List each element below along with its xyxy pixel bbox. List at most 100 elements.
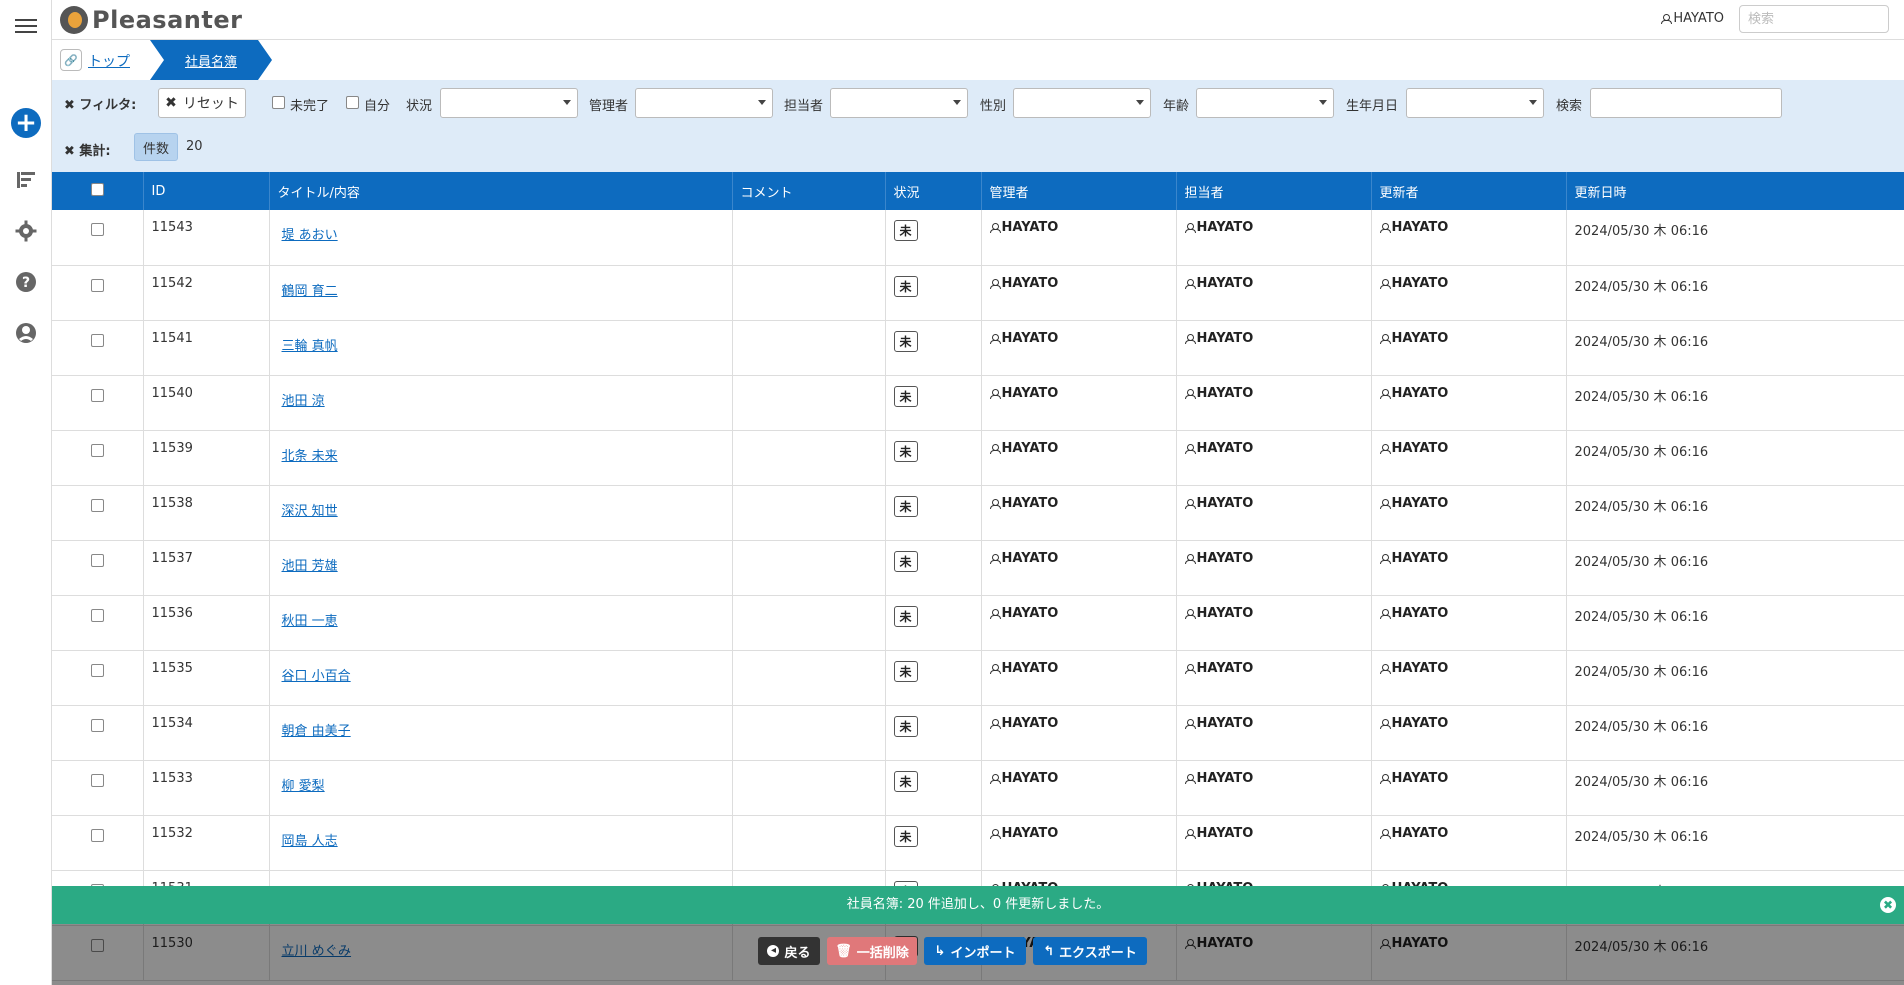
gender-filter-label: 性別 [980,99,1007,114]
row-checkbox[interactable] [91,388,104,402]
row-comment [732,650,886,706]
count-badge[interactable]: 件数 [134,133,178,161]
row-title-link[interactable]: 深沢 知世 [282,500,338,519]
row-checkbox[interactable] [91,333,104,347]
chevron-down-icon [1136,100,1144,105]
aggregate-title[interactable]: ✖ 集計: [64,140,111,159]
row-title-link[interactable]: 三輪 真帆 [282,335,338,354]
row-status-cell: 未 [885,760,982,816]
select-all-checkbox[interactable] [91,182,104,196]
row-checkbox[interactable] [91,828,104,842]
table-row[interactable]: 11539 北条 未来未 HAYATO HAYATO HAYATO 2024/05/30 … [52,430,1904,486]
row-checkbox[interactable] [91,498,104,512]
breadcrumb-top-link[interactable]: トップ [88,51,130,71]
row-select-cell [52,540,144,596]
current-user[interactable]: HAYATO [1661,11,1724,26]
trash-icon: 🗑 [835,943,852,959]
add-new-icon[interactable]: + [11,108,41,138]
help-icon[interactable]: ? [12,268,40,296]
column-header-manager[interactable]: 管理者 [981,172,1177,210]
gender-select[interactable] [1013,88,1151,118]
table-row[interactable]: 11534 朝倉 由美子未 HAYATO HAYATO HAYATO 2024/05/30… [52,705,1904,761]
row-checkbox[interactable] [91,223,104,236]
column-header-updated[interactable]: 更新日時 [1566,172,1904,210]
import-button[interactable]: ↳ インポート [924,937,1026,965]
table-row[interactable]: 11543 堤 あおい未 HAYATO HAYATO HAYATO 2024/05/30 … [52,210,1904,266]
table-row[interactable]: 11532 岡島 人志未 HAYATO HAYATO HAYATO 2024/05/30 … [52,815,1904,871]
global-search-input[interactable] [1739,5,1889,33]
menu-icon[interactable] [12,12,40,40]
row-title-link[interactable]: 谷口 小百合 [282,665,351,684]
row-select-cell [52,430,144,486]
age-select[interactable] [1196,88,1334,118]
row-checkbox[interactable] [91,553,104,567]
column-header-id[interactable]: ID [143,172,270,210]
row-title-link[interactable]: 朝倉 由美子 [282,720,351,739]
table-row[interactable]: 11538 深沢 知世未 HAYATO HAYATO HAYATO 2024/05/30 … [52,485,1904,541]
row-id: 11538 [143,485,270,541]
logo-text: Pleasanter [92,6,243,34]
row-updater: HAYATO [1371,595,1567,651]
owner-select[interactable] [830,88,968,118]
row-title-cell: 秋田 一恵 [269,595,733,651]
table-row[interactable]: 11533 柳 愛梨未 HAYATO HAYATO HAYATO 2024/05/30 木… [52,760,1904,816]
row-title-link[interactable]: 柳 愛梨 [282,775,325,794]
column-header-title[interactable]: タイトル/内容 [269,172,733,210]
self-checkbox[interactable] [346,96,359,109]
app-logo[interactable]: Pleasanter [60,4,242,36]
table-row[interactable]: 11540 池田 涼未 HAYATO HAYATO HAYATO 2024/05/30 木… [52,375,1904,431]
row-manager: HAYATO [981,815,1177,871]
app-root: + ? Pleasanter HAYATO 🔗 トップ 社員名簿 [0,0,1904,985]
filter-title[interactable]: ✖ フィルタ: [64,94,136,113]
row-updated-at: 2024/05/30 木 06:16 [1566,705,1904,761]
row-manager: HAYATO [981,540,1177,596]
row-title-link[interactable]: 鶴岡 育二 [282,280,338,299]
link-icon[interactable]: 🔗 [60,49,82,71]
row-title-link[interactable]: 池田 涼 [282,390,325,409]
row-checkbox[interactable] [91,278,104,292]
user-account-icon[interactable] [12,319,40,347]
manager-select[interactable] [635,88,773,118]
row-title-link[interactable]: 堤 あおい [282,224,338,243]
sort-icon[interactable] [12,166,40,194]
column-header-status[interactable]: 状況 [885,172,982,210]
table-row[interactable]: 11535 谷口 小百合未 HAYATO HAYATO HAYATO 2024/05/30… [52,650,1904,706]
back-button[interactable]: ◂ 戻る [758,937,820,965]
row-title-link[interactable]: 秋田 一恵 [282,610,338,629]
column-header-owner[interactable]: 担当者 [1176,172,1372,210]
row-checkbox[interactable] [91,608,104,622]
row-checkbox[interactable] [91,718,104,732]
row-manager: HAYATO [981,375,1177,431]
row-comment [732,320,886,376]
row-title-link[interactable]: 池田 芳雄 [282,555,338,574]
column-header-updater[interactable]: 更新者 [1371,172,1567,210]
row-title-link[interactable]: 岡島 人志 [282,830,338,849]
person-icon [1379,223,1391,233]
row-checkbox[interactable] [91,773,104,787]
column-header-comment[interactable]: コメント [732,172,886,210]
search-filter-input[interactable] [1590,88,1782,118]
table-row[interactable]: 11542 鶴岡 育二未 HAYATO HAYATO HAYATO 2024/05/30 … [52,265,1904,321]
person-icon [1379,388,1391,399]
export-button[interactable]: ↰ エクスポート [1033,937,1147,965]
incomplete-checkbox[interactable] [272,96,285,109]
row-checkbox[interactable] [91,663,104,677]
row-title-cell: 堤 あおい [269,210,733,266]
bulk-delete-button[interactable]: 🗑 一括削除 [827,937,917,965]
row-checkbox[interactable] [91,443,104,457]
table-row[interactable]: 11536 秋田 一恵未 HAYATO HAYATO HAYATO 2024/05/30 … [52,595,1904,651]
birthdate-select[interactable] [1406,88,1544,118]
reset-button[interactable]: ✖ リセット [158,88,246,118]
row-updater: HAYATO [1371,375,1567,431]
row-select-cell [52,265,144,321]
row-updated-at: 2024/05/30 木 06:16 [1566,595,1904,651]
person-icon [989,718,1001,729]
gear-icon[interactable] [12,217,40,245]
close-icon[interactable]: ✖ [1880,897,1896,913]
table-row[interactable]: 11537 池田 芳雄未 HAYATO HAYATO HAYATO 2024/05/30 … [52,540,1904,596]
row-updater: HAYATO [1371,540,1567,596]
table-row[interactable]: 11541 三輪 真帆未 HAYATO HAYATO HAYATO 2024/05/30 … [52,320,1904,376]
row-owner: HAYATO [1176,375,1372,431]
status-select[interactable] [440,88,578,118]
row-title-link[interactable]: 北条 未来 [282,445,338,464]
